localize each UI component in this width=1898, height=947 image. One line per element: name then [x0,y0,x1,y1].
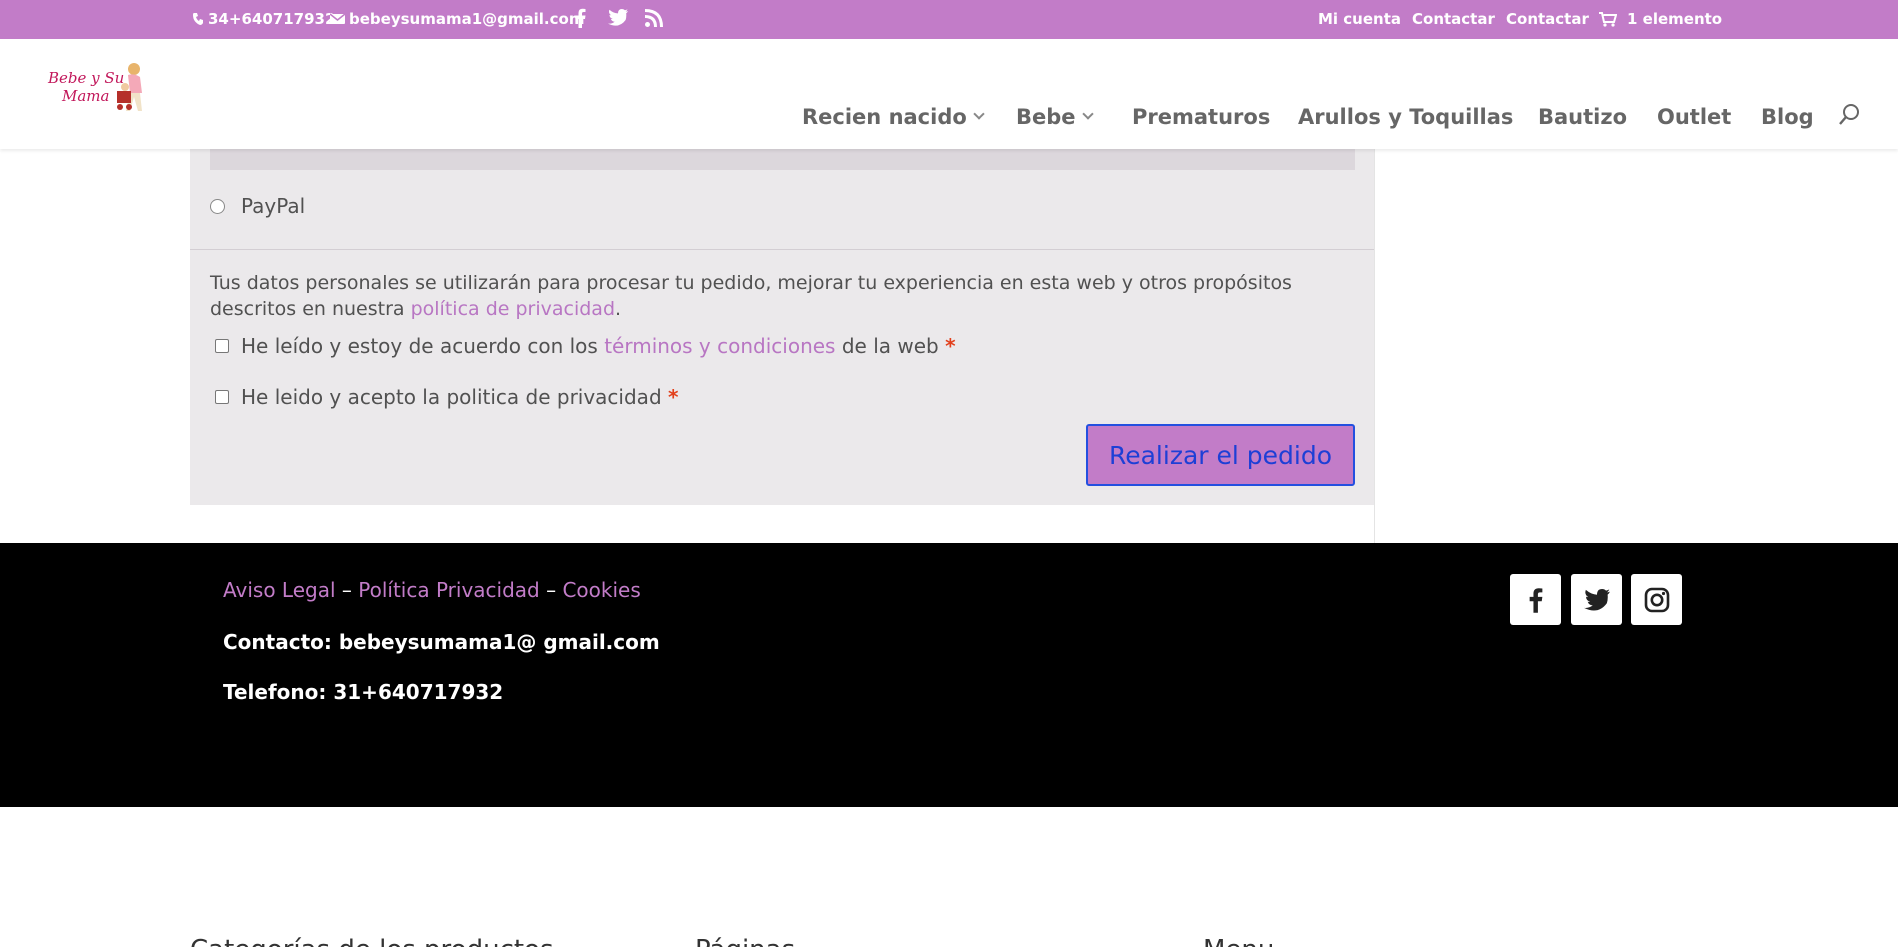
widget-title-categorias: Categorías de los productos [190,935,554,947]
topbar-link-contactar-2[interactable]: Contactar [1506,10,1589,28]
footer-link-aviso-legal[interactable]: Aviso Legal [223,578,336,602]
nav-item-recien-nacido[interactable]: Recien nacido [802,105,985,129]
nav-item-bebe[interactable]: Bebe [1016,105,1094,129]
divider [190,249,1374,250]
payment-option-paypal[interactable]: PayPal [210,194,305,218]
topbar-phone[interactable]: 34+640717932 [192,10,335,28]
top-bar: 34+640717932 bebeysumama1@gmail.com Mi c… [0,0,1898,39]
topbar-link-contactar-1[interactable]: Contactar [1412,10,1495,28]
chevron-down-icon [973,108,985,120]
site-header: Bebe y Su Mama Recien nacido Bebe Premat… [0,39,1898,149]
topbar-email-text: bebeysumama1@gmail.com [349,10,585,28]
facebook-icon[interactable] [575,8,586,28]
terms-checkbox-row: He leído y estoy de acuerdo con los térm… [215,334,956,358]
topbar-link-mi-cuenta[interactable]: Mi cuenta [1318,10,1401,28]
topbar-cart[interactable]: 1 elemento [1599,10,1722,28]
nav-item-outlet[interactable]: Outlet [1657,105,1731,129]
paypal-radio[interactable] [210,198,225,214]
footer-phone: Telefono: 31+640717932 [223,680,504,704]
logo-text: Bebe y Su Mama [48,69,125,105]
footer-link-cookies[interactable]: Cookies [562,578,640,602]
sidebar-divider [1374,149,1375,543]
envelope-icon [330,13,345,24]
topbar-phone-text: 34+640717932 [208,10,336,28]
twitter-icon[interactable] [608,9,628,26]
facebook-icon[interactable] [1510,574,1561,625]
footer-contact: Contacto: bebeysumama1@ gmail.com [223,630,660,654]
terms-checkbox[interactable] [215,339,229,353]
footer-legal-links: Aviso Legal – Política Privacidad – Cook… [223,578,641,602]
rss-icon[interactable] [645,9,663,27]
footer-widgets: Categorías de los productos Páginas Menu [0,807,1898,947]
phone-icon [193,13,203,25]
topbar-cart-text: 1 elemento [1627,10,1723,28]
privacy-notice: Tus datos personales se utilizarán para … [210,272,1292,320]
privacy-checkbox-row: He leido y acepto la politica de privaci… [215,385,678,409]
chevron-down-icon [1081,108,1094,120]
privacy-accept-label: He leido y acepto la politica de privaci… [241,385,679,409]
nav-item-prematuros[interactable]: Prematuros [1132,105,1270,129]
nav-item-bautizo[interactable]: Bautizo [1538,105,1627,129]
footer: Aviso Legal – Política Privacidad – Cook… [0,543,1898,807]
main-nav: Recien nacido Bebe Prematuros Arullos y … [0,103,1898,131]
nav-item-blog[interactable]: Blog [1761,105,1814,129]
terms-label: He leído y estoy de acuerdo con los térm… [241,334,956,358]
nav-item-arullos[interactable]: Arullos y Toquillas [1298,105,1513,129]
footer-link-politica-privacidad[interactable]: Política Privacidad [358,578,539,602]
topbar-email[interactable]: bebeysumama1@gmail.com [330,10,584,28]
checkout-payment: PayPal Tus datos personales se utilizará… [190,120,1374,505]
instagram-icon[interactable] [1631,574,1682,625]
search-icon[interactable] [1838,103,1860,127]
paypal-label: PayPal [241,194,306,218]
widget-title-menu: Menu [1203,935,1274,947]
terms-link[interactable]: términos y condiciones [604,334,835,358]
twitter-icon[interactable] [1571,574,1622,625]
widget-title-paginas: Páginas [695,935,795,947]
place-order-button[interactable]: Realizar el pedido [1086,424,1355,486]
privacy-policy-link[interactable]: política de privacidad [411,298,615,320]
privacy-checkbox[interactable] [215,390,229,404]
cart-icon [1599,11,1617,27]
